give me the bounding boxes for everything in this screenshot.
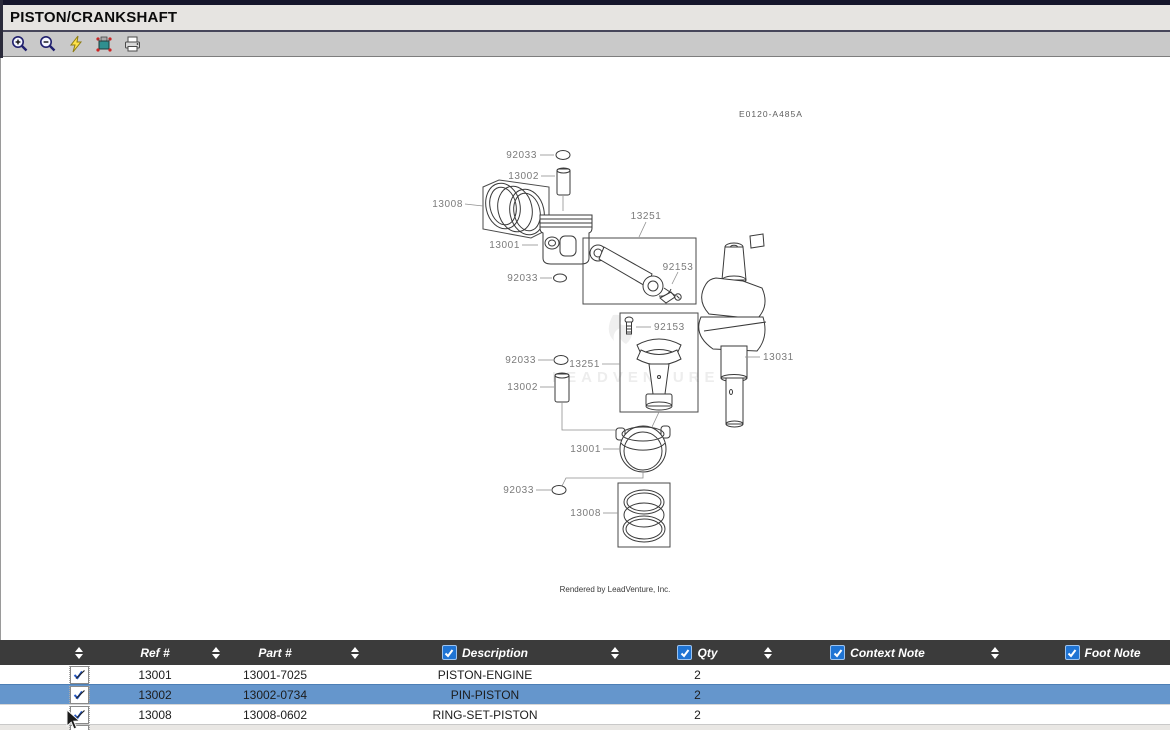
cell-description: RING-SET-PISTON bbox=[400, 708, 570, 722]
select-part-icon[interactable] bbox=[70, 686, 89, 704]
sort-icon bbox=[991, 647, 999, 659]
qty-checkbox[interactable] bbox=[677, 645, 692, 660]
check-icon bbox=[680, 648, 690, 658]
diagram-toolbar bbox=[3, 32, 1170, 57]
parts-diagram: LEADVENTURE E0120-A485A 92033 13002 1300… bbox=[1, 58, 1170, 640]
header-description-label: Description bbox=[462, 646, 528, 660]
part-label: 13251 bbox=[569, 359, 600, 370]
part-label: 92153 bbox=[663, 262, 694, 273]
piston-rings-top bbox=[482, 180, 549, 238]
flash-tool-button[interactable] bbox=[65, 34, 87, 55]
part-label: 13251 bbox=[631, 211, 662, 222]
cell-description: PIN-PISTON bbox=[400, 688, 570, 702]
header-context-note[interactable]: Context Note bbox=[800, 645, 955, 660]
piston-top-view bbox=[616, 426, 670, 472]
sort-header-context-note[interactable] bbox=[955, 647, 1035, 659]
header-context-note-label: Context Note bbox=[850, 646, 925, 660]
sort-header-description[interactable] bbox=[570, 647, 660, 659]
part-label: 13008 bbox=[432, 199, 463, 210]
conrod-bolt-lower bbox=[625, 317, 633, 334]
header-description[interactable]: Description bbox=[400, 645, 570, 660]
parts-table: Ref # Part # Description Qty Context Not… bbox=[0, 640, 1170, 730]
part-label: 92033 bbox=[507, 273, 538, 284]
table-row[interactable]: 13001 13001-7025 PISTON-ENGINE 2 bbox=[0, 665, 1170, 684]
header-part[interactable]: Part # bbox=[240, 646, 310, 660]
sort-icon bbox=[611, 647, 619, 659]
crankshaft bbox=[699, 234, 766, 427]
cell-qty: 2 bbox=[660, 668, 735, 682]
circlip-bottom bbox=[552, 486, 566, 495]
part-label: 92033 bbox=[506, 150, 537, 161]
sort-icon bbox=[764, 647, 772, 659]
cell-ref: 13001 bbox=[118, 668, 192, 682]
hotspot-tool-button[interactable] bbox=[93, 34, 115, 55]
piston-rings-bottom bbox=[623, 490, 665, 542]
part-label: 92033 bbox=[505, 355, 536, 366]
edit-check-icon bbox=[73, 669, 86, 681]
zoom-in-button[interactable] bbox=[9, 34, 31, 55]
cell-part: 13008-0602 bbox=[240, 708, 310, 722]
render-credit: Rendered by LeadVenture, Inc. bbox=[560, 585, 671, 594]
cell-qty: 2 bbox=[660, 688, 735, 702]
part-label: 13008 bbox=[570, 508, 601, 519]
header-foot-note[interactable]: Foot Note bbox=[1035, 645, 1170, 660]
sort-icon bbox=[212, 647, 220, 659]
context-note-checkbox[interactable] bbox=[830, 645, 845, 660]
circlip-top bbox=[556, 151, 570, 160]
part-label: 92033 bbox=[503, 485, 534, 496]
watermark-text: LEADVENTURE bbox=[552, 369, 720, 386]
cell-ref: 13008 bbox=[118, 708, 192, 722]
part-label: 13002 bbox=[508, 171, 539, 182]
print-button[interactable] bbox=[121, 34, 143, 55]
foot-note-checkbox[interactable] bbox=[1065, 645, 1080, 660]
part-label: 92153 bbox=[654, 322, 685, 333]
hotspot-tool-icon bbox=[95, 35, 113, 53]
lightning-icon bbox=[68, 35, 84, 53]
cell-qty: 2 bbox=[660, 708, 735, 722]
part-label: 13002 bbox=[507, 382, 538, 393]
sort-icon bbox=[351, 647, 359, 659]
table-row[interactable]: 13008 13008-0602 RING-SET-PISTON 2 bbox=[0, 704, 1170, 724]
cell-part: 13002-0734 bbox=[240, 688, 310, 702]
piston-side-view bbox=[540, 215, 592, 264]
header-qty-label: Qty bbox=[697, 646, 717, 660]
select-part-icon[interactable] bbox=[70, 666, 89, 684]
table-row-partial[interactable] bbox=[0, 724, 1170, 730]
part-label: 13031 bbox=[763, 352, 794, 363]
header-ref-label: Ref # bbox=[140, 646, 169, 660]
parts-diagram-svg: LEADVENTURE E0120-A485A 92033 13002 1300… bbox=[1, 58, 1170, 640]
cell-ref: 13002 bbox=[118, 688, 192, 702]
page-title: PISTON/CRANKSHAFT bbox=[3, 9, 177, 26]
sort-header-icon-column[interactable] bbox=[0, 647, 118, 659]
cell-part: 13001-7025 bbox=[240, 668, 310, 682]
circlip-mid bbox=[554, 356, 568, 365]
circlip-mid-upper bbox=[554, 274, 567, 282]
edit-check-icon bbox=[73, 689, 86, 701]
sort-header-qty[interactable] bbox=[735, 647, 800, 659]
zoom-in-icon bbox=[11, 35, 29, 53]
header-ref[interactable]: Ref # bbox=[118, 646, 192, 660]
connecting-rod bbox=[590, 245, 675, 303]
print-icon bbox=[123, 35, 142, 53]
sort-header-part[interactable] bbox=[310, 647, 400, 659]
header-qty[interactable]: Qty bbox=[660, 645, 735, 660]
part-label: 13001 bbox=[489, 240, 520, 251]
header-part-label: Part # bbox=[258, 646, 291, 660]
cell-description: PISTON-ENGINE bbox=[400, 668, 570, 682]
zoom-out-button[interactable] bbox=[37, 34, 59, 55]
mouse-cursor bbox=[63, 709, 85, 731]
zoom-out-icon bbox=[39, 35, 57, 53]
header-foot-note-label: Foot Note bbox=[1085, 646, 1141, 660]
sort-icon bbox=[75, 647, 83, 659]
check-icon bbox=[833, 648, 843, 658]
sort-header-ref[interactable] bbox=[192, 647, 240, 659]
table-row-selected[interactable]: 13002 13002-0734 PIN-PISTON 2 bbox=[0, 684, 1170, 704]
description-checkbox[interactable] bbox=[442, 645, 457, 660]
check-icon bbox=[1067, 648, 1077, 658]
table-header-row: Ref # Part # Description Qty Context Not… bbox=[0, 640, 1170, 665]
title-bar: PISTON/CRANKSHAFT bbox=[3, 5, 1170, 32]
part-label: 13001 bbox=[570, 444, 601, 455]
drawing-code: E0120-A485A bbox=[739, 109, 803, 119]
check-icon bbox=[444, 648, 454, 658]
